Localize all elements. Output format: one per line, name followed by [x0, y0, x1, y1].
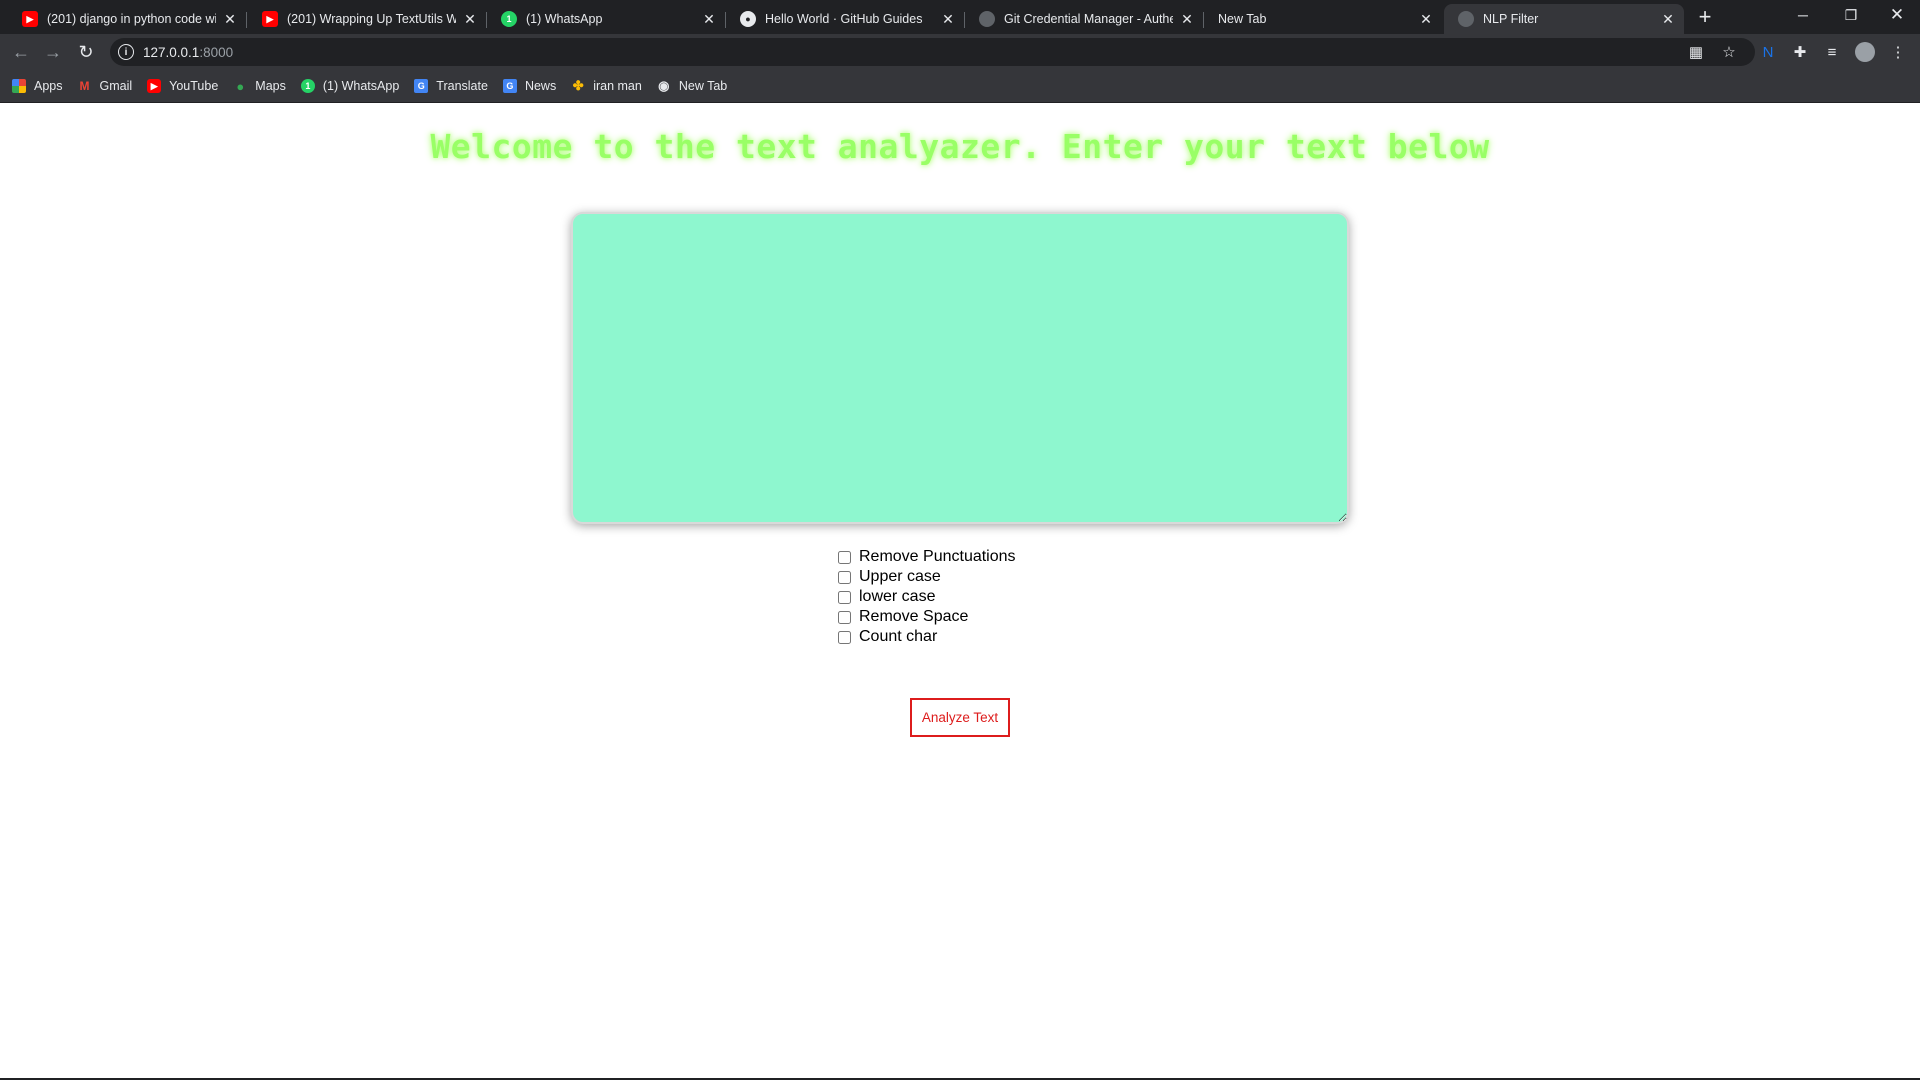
media-queue-icon[interactable]: ≡: [1820, 40, 1844, 64]
globe-icon: [1458, 11, 1474, 27]
option-remove-space: Remove Space: [838, 607, 1016, 627]
option-lower-case: lower case: [838, 587, 1016, 607]
bookmark-maps[interactable]: ● Maps: [233, 78, 286, 94]
globe-icon: ◉: [658, 78, 670, 93]
bookmark-apps[interactable]: Apps: [12, 79, 63, 93]
close-window-icon[interactable]: ✕: [1874, 0, 1920, 30]
tab-django[interactable]: ▶ (201) django in python code with ✕: [8, 4, 247, 34]
tab-title: (201) Wrapping Up TextUtils Wel: [287, 12, 456, 26]
text-input-area[interactable]: [571, 212, 1349, 524]
page-content: Welcome to the text analyazer. Enter you…: [0, 103, 1920, 1080]
back-icon[interactable]: ←: [9, 40, 33, 64]
tab-separator: [246, 12, 247, 28]
bookmark-iran-man[interactable]: ✤ iran man: [571, 78, 642, 93]
reload-icon[interactable]: ↻: [74, 40, 98, 64]
tab-title: New Tab: [1218, 12, 1267, 26]
tab-title: NLP Filter: [1483, 12, 1539, 26]
option-label[interactable]: Count char: [859, 628, 937, 646]
bookmark-star-icon[interactable]: ☆: [1717, 40, 1741, 64]
maps-icon: ●: [236, 78, 245, 94]
bookmark-label: Translate: [436, 79, 488, 93]
tab-nlp-filter[interactable]: NLP Filter ✕: [1444, 4, 1684, 34]
bookmark-label: Apps: [34, 79, 63, 93]
address-bar[interactable]: i 127.0.0.1 :8000: [110, 38, 1755, 66]
info-icon[interactable]: i: [118, 44, 134, 60]
youtube-icon: ▶: [147, 79, 162, 93]
upper-case-checkbox[interactable]: [838, 570, 851, 584]
tab-wrapping-up[interactable]: ▶ (201) Wrapping Up TextUtils Wel ✕: [248, 4, 487, 34]
youtube-icon: ▶: [22, 11, 38, 27]
whatsapp-icon: 1: [300, 79, 315, 93]
address-host: 127.0.0.1: [143, 44, 200, 60]
browser-toolbar: ← → ↻ i 127.0.0.1 :8000 ▦ ☆ N ✚ ≡ ⋮: [0, 34, 1920, 70]
option-upper-case: Upper case: [838, 567, 1016, 587]
bookmark-label: News: [524, 79, 557, 93]
globe-icon: [979, 11, 995, 27]
restore-icon[interactable]: ❐: [1828, 0, 1874, 30]
bookmark-label: iran man: [593, 79, 642, 93]
bookmark-label: New Tab: [678, 79, 728, 93]
close-icon[interactable]: ✕: [1418, 11, 1434, 27]
translate-icon: G: [414, 79, 429, 93]
close-icon[interactable]: ✕: [1660, 11, 1676, 27]
bookmark-news[interactable]: G News: [502, 79, 557, 93]
option-remove-punctuations: Remove Punctuations: [838, 547, 1016, 567]
qr-code-icon[interactable]: ▦: [1684, 40, 1708, 64]
pinwheel-icon: ✤: [572, 78, 584, 93]
tab-strip: ▶ (201) django in python code with ✕ ▶ (…: [0, 0, 1920, 34]
count-char-checkbox[interactable]: [838, 630, 851, 644]
tab-title: Hello World · GitHub Guides: [765, 12, 923, 26]
remove-punctuations-checkbox[interactable]: [838, 550, 851, 564]
bookmark-label: (1) WhatsApp: [322, 79, 400, 93]
bookmark-translate[interactable]: G Translate: [414, 79, 488, 93]
new-tab-button[interactable]: +: [1693, 6, 1717, 30]
bookmark-label: Maps: [255, 79, 286, 93]
whatsapp-icon: 1: [501, 11, 517, 27]
tab-github[interactable]: ● Hello World · GitHub Guides ✕: [726, 4, 965, 34]
bookmarks-bar: Apps M Gmail ▶ YouTube ● Maps 1 (1) What…: [0, 70, 1920, 103]
bookmark-whatsapp[interactable]: 1 (1) WhatsApp: [300, 79, 400, 93]
remove-space-checkbox[interactable]: [838, 610, 851, 624]
option-count-char: Count char: [838, 627, 1016, 647]
youtube-icon: ▶: [262, 11, 278, 27]
options-group: Remove Punctuations Upper case lower cas…: [838, 547, 1016, 647]
tab-whatsapp[interactable]: 1 (1) WhatsApp ✕: [487, 4, 726, 34]
tab-new-tab[interactable]: New Tab ✕: [1204, 4, 1442, 34]
news-icon: G: [502, 79, 517, 93]
option-label[interactable]: lower case: [859, 588, 935, 606]
address-port: :8000: [199, 44, 234, 60]
gmail-icon: M: [79, 79, 90, 93]
page-heading: Welcome to the text analyazer. Enter you…: [430, 127, 1490, 166]
analyze-text-button[interactable]: Analyze Text: [910, 698, 1010, 737]
tab-git-credential[interactable]: Git Credential Manager - Authen ✕: [965, 4, 1204, 34]
option-label[interactable]: Upper case: [859, 568, 941, 586]
minimize-icon[interactable]: ─: [1780, 0, 1826, 30]
github-icon: ●: [740, 11, 756, 27]
close-icon[interactable]: ✕: [222, 11, 238, 27]
tab-title: Git Credential Manager - Authen: [1004, 12, 1173, 26]
tab-title: (201) django in python code with: [47, 12, 216, 26]
menu-dots-icon[interactable]: ⋮: [1886, 40, 1910, 64]
avatar[interactable]: [1853, 40, 1877, 64]
bookmark-new-tab[interactable]: ◉ New Tab: [657, 78, 728, 93]
close-icon[interactable]: ✕: [940, 11, 956, 27]
extensions-puzzle-icon[interactable]: ✚: [1788, 40, 1812, 64]
bookmark-label: Gmail: [99, 79, 133, 93]
bookmark-label: YouTube: [169, 79, 219, 93]
apps-grid-icon: [12, 79, 26, 93]
extension-n-icon[interactable]: N: [1756, 40, 1780, 64]
close-icon[interactable]: ✕: [462, 11, 478, 27]
option-label[interactable]: Remove Space: [859, 608, 968, 626]
bookmark-youtube[interactable]: ▶ YouTube: [147, 79, 218, 93]
tab-title: (1) WhatsApp: [526, 12, 603, 26]
close-icon[interactable]: ✕: [1179, 11, 1195, 27]
forward-icon[interactable]: →: [41, 40, 65, 64]
option-label[interactable]: Remove Punctuations: [859, 548, 1016, 566]
close-icon[interactable]: ✕: [701, 11, 717, 27]
bookmark-gmail[interactable]: M Gmail: [78, 79, 133, 93]
lower-case-checkbox[interactable]: [838, 590, 851, 604]
